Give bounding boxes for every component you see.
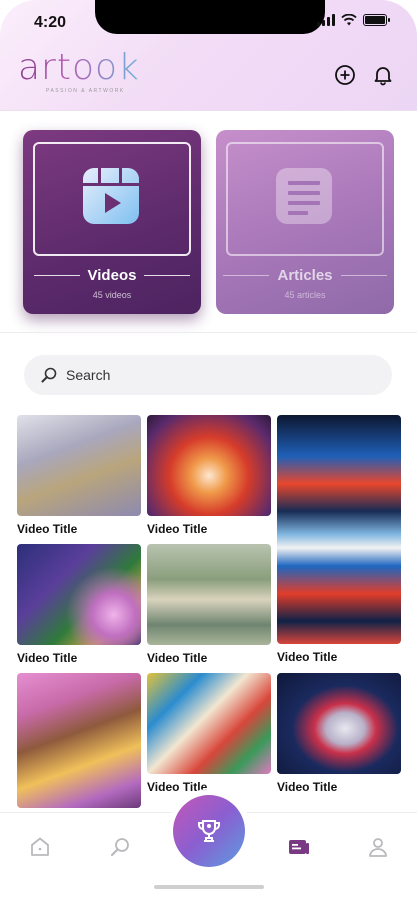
video-title: Video Title bbox=[147, 780, 208, 794]
nav-search[interactable] bbox=[108, 835, 132, 859]
video-title: Video Title bbox=[147, 522, 208, 536]
category-label: Videos bbox=[87, 267, 137, 284]
search-icon bbox=[110, 838, 129, 857]
trophy-icon bbox=[198, 820, 220, 842]
video-title: Video Title bbox=[147, 651, 208, 665]
video-thumbnail bbox=[147, 673, 271, 774]
logo-tagline: PASSION & ARTWORK bbox=[46, 88, 125, 94]
app-screen: 4:20 artook PASSION & ARTWORK Videos 45 … bbox=[0, 0, 417, 900]
category-label: Articles bbox=[277, 267, 333, 284]
video-title: Video Title bbox=[277, 780, 338, 794]
status-icons bbox=[317, 14, 390, 26]
category-card-videos[interactable]: Videos 45 videos bbox=[23, 130, 201, 314]
header-divider bbox=[0, 110, 417, 111]
video-thumbnail bbox=[17, 544, 141, 645]
video-title: Video Title bbox=[17, 651, 78, 665]
category-card-articles[interactable]: Articles 45 articles bbox=[216, 130, 394, 314]
video-thumbnail bbox=[277, 415, 401, 644]
search-input[interactable]: Search bbox=[66, 367, 110, 383]
video-thumbnail bbox=[17, 415, 141, 516]
video-thumbnail bbox=[17, 673, 141, 808]
notifications-button[interactable] bbox=[372, 64, 394, 86]
video-tile[interactable]: Video Title bbox=[17, 415, 141, 536]
video-tile[interactable]: Video Title bbox=[147, 415, 271, 536]
status-time: 4:20 bbox=[34, 14, 67, 31]
home-indicator bbox=[154, 885, 264, 889]
logo-text: artook bbox=[18, 47, 140, 88]
video-tile[interactable]: Video Title bbox=[17, 544, 141, 665]
video-tile[interactable]: Video Title bbox=[147, 673, 271, 794]
section-divider bbox=[0, 332, 417, 333]
search-bar[interactable]: Search bbox=[24, 355, 392, 395]
library-icon bbox=[289, 840, 309, 854]
video-thumbnail bbox=[277, 673, 401, 774]
video-tile[interactable]: Video Title bbox=[147, 544, 271, 665]
nav-home[interactable] bbox=[28, 835, 52, 859]
add-button[interactable] bbox=[334, 64, 356, 86]
plus-circle-icon bbox=[335, 65, 355, 85]
app-logo: artook PASSION & ARTWORK bbox=[18, 47, 140, 95]
bell-icon bbox=[374, 67, 392, 86]
video-tile[interactable]: Video Title bbox=[277, 415, 401, 664]
wifi-icon bbox=[341, 14, 357, 26]
video-tile[interactable] bbox=[17, 673, 141, 808]
device-notch bbox=[95, 0, 325, 34]
search-icon bbox=[41, 367, 57, 383]
nav-profile[interactable] bbox=[366, 835, 390, 859]
battery-icon bbox=[363, 14, 390, 26]
video-thumbnail bbox=[147, 544, 271, 645]
article-doc-icon bbox=[276, 168, 332, 224]
category-count: 45 videos bbox=[92, 290, 132, 300]
profile-icon bbox=[369, 838, 387, 857]
video-title: Video Title bbox=[17, 522, 78, 536]
nav-trophy-button[interactable] bbox=[173, 795, 245, 867]
video-title: Video Title bbox=[277, 650, 338, 664]
nav-library[interactable] bbox=[287, 835, 311, 859]
category-count: 45 articles bbox=[284, 290, 326, 300]
signal-icon bbox=[317, 14, 335, 26]
home-icon bbox=[31, 837, 49, 856]
video-play-icon bbox=[83, 168, 139, 224]
video-tile[interactable]: Video Title bbox=[277, 673, 401, 794]
video-thumbnail bbox=[147, 415, 271, 516]
